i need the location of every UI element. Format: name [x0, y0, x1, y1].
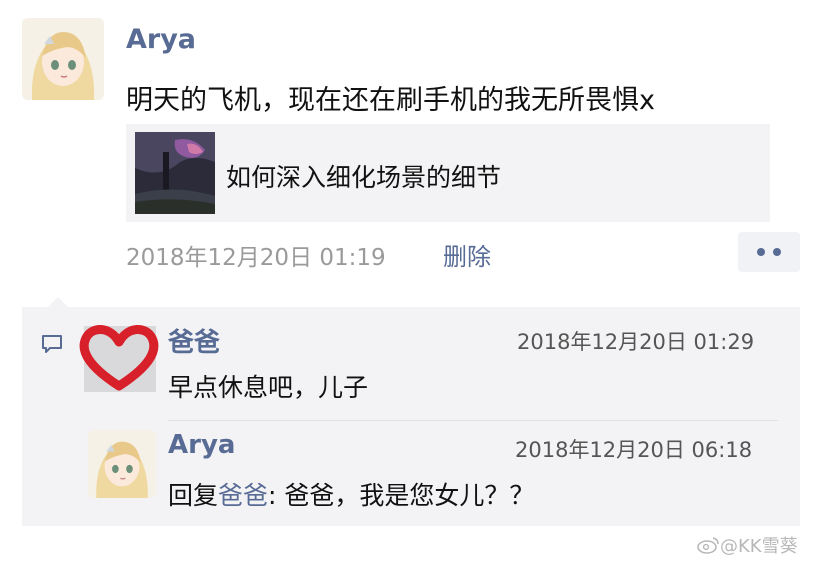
- anime-girl-avatar-icon: [22, 18, 104, 100]
- comment-text-1[interactable]: 早点休息吧，儿子: [168, 368, 368, 404]
- more-actions-button[interactable]: [738, 232, 800, 272]
- anime-girl-avatar-icon: [88, 430, 156, 498]
- post-author-name[interactable]: Arya: [126, 24, 196, 55]
- comments-pointer: [48, 297, 68, 307]
- delete-link[interactable]: 删除: [443, 237, 491, 272]
- comment-bubble-icon: [40, 332, 64, 360]
- reply-separator: :: [268, 481, 285, 510]
- scenery-thumbnail-icon: [135, 132, 215, 214]
- reply-target-name[interactable]: 爸爸: [218, 481, 268, 510]
- reply-prefix: 回复: [168, 481, 219, 510]
- comment-author-1[interactable]: 爸爸: [168, 322, 220, 359]
- comment-divider: [168, 420, 778, 421]
- watermark-text: @KK雪葵: [720, 536, 798, 557]
- shared-article-thumbnail: [135, 132, 215, 214]
- post-text: 明天的飞机，现在还在刷手机的我无所畏惧x: [126, 85, 655, 116]
- comment-time-2: 2018年12月20日 06:18: [515, 438, 753, 462]
- comment-avatar-heart[interactable]: [78, 320, 160, 396]
- comment-author-2[interactable]: Arya: [168, 430, 235, 460]
- post-author-avatar[interactable]: [22, 18, 104, 100]
- post-timestamp: 2018年12月20日 01:19: [126, 245, 386, 271]
- shared-article-title: 如何深入细化场景的细节: [226, 163, 502, 192]
- comment-text-2[interactable]: 回复爸爸: 爸爸，我是您女儿？？: [168, 476, 534, 512]
- comment-avatar-arya[interactable]: [88, 430, 156, 498]
- reply-body: 爸爸，我是您女儿？？: [284, 481, 535, 510]
- shared-article-card[interactable]: 如何深入细化场景的细节: [126, 124, 770, 222]
- weibo-logo-icon: [696, 536, 720, 559]
- heart-icon: [79, 325, 159, 392]
- ellipsis-icon: [757, 248, 781, 256]
- comment-time-1: 2018年12月20日 01:29: [517, 330, 755, 354]
- weibo-watermark: @KK雪葵: [696, 532, 798, 559]
